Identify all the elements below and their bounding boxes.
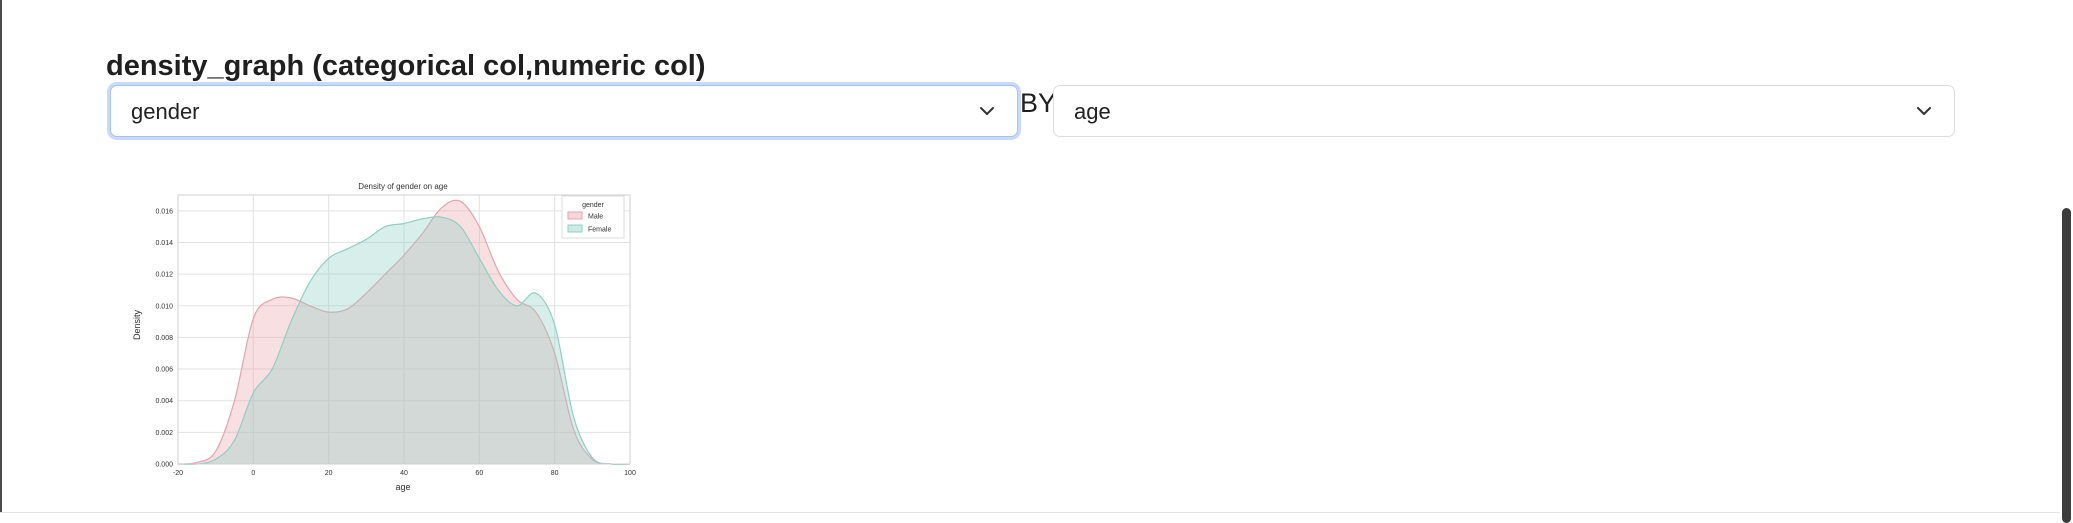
legend-swatch-female: [567, 224, 583, 233]
numeric-select-value: age: [1074, 99, 1111, 124]
y-tick-label: 0.010: [155, 303, 173, 310]
y-axis-label: Density: [132, 309, 142, 340]
density-area-female: [178, 216, 630, 465]
chart-title: Density of gender on age: [358, 182, 448, 191]
y-tick-label: 0.002: [155, 430, 173, 437]
x-tick-label: 80: [551, 470, 559, 477]
y-tick-label: 0.000: [155, 462, 173, 469]
y-tick-label: 0.008: [155, 335, 173, 342]
content-divider: [0, 512, 2060, 513]
y-tick-label: 0.004: [155, 398, 173, 405]
numeric-column-select[interactable]: age: [1053, 85, 1955, 137]
x-tick-label: 40: [400, 470, 408, 477]
legend-swatch-male: [567, 211, 583, 220]
x-tick-label: 100: [624, 470, 636, 477]
chart-legend: gender Male Female: [561, 195, 625, 239]
categorical-column-select[interactable]: gender: [110, 85, 1018, 137]
window-left-edge: [0, 0, 2, 512]
legend-title: gender: [582, 202, 604, 209]
y-tick-label: 0.012: [155, 272, 173, 279]
y-tick-label: 0.016: [155, 208, 173, 215]
x-tick-label: 60: [475, 470, 483, 477]
legend-label-male: Male: [588, 214, 603, 221]
chevron-down-icon: [980, 107, 994, 115]
vertical-scrollbar[interactable]: [2061, 0, 2073, 523]
x-tick-label: 20: [325, 470, 333, 477]
x-tick-label: 0: [251, 470, 255, 477]
chevron-down-icon: [1917, 107, 1931, 115]
scrollbar-thumb[interactable]: [2062, 208, 2071, 523]
x-tick-label: -20: [173, 470, 183, 477]
legend-label-female: Female: [588, 227, 611, 234]
section-title: density_graph (categorical col,numeric c…: [106, 50, 706, 82]
density-chart: Density of gender on age -20 0 20 40 60 80 100…: [128, 170, 648, 500]
chart-series: [177, 199, 631, 466]
by-label: BY: [1020, 88, 1057, 118]
y-tick-label: 0.006: [155, 367, 173, 374]
categorical-select-value: gender: [131, 99, 200, 124]
x-axis-label: age: [395, 482, 410, 492]
density-chart-svg: Density of gender on age -20 0 20 40 60 80 100…: [132, 182, 636, 492]
y-tick-label: 0.014: [155, 240, 173, 247]
